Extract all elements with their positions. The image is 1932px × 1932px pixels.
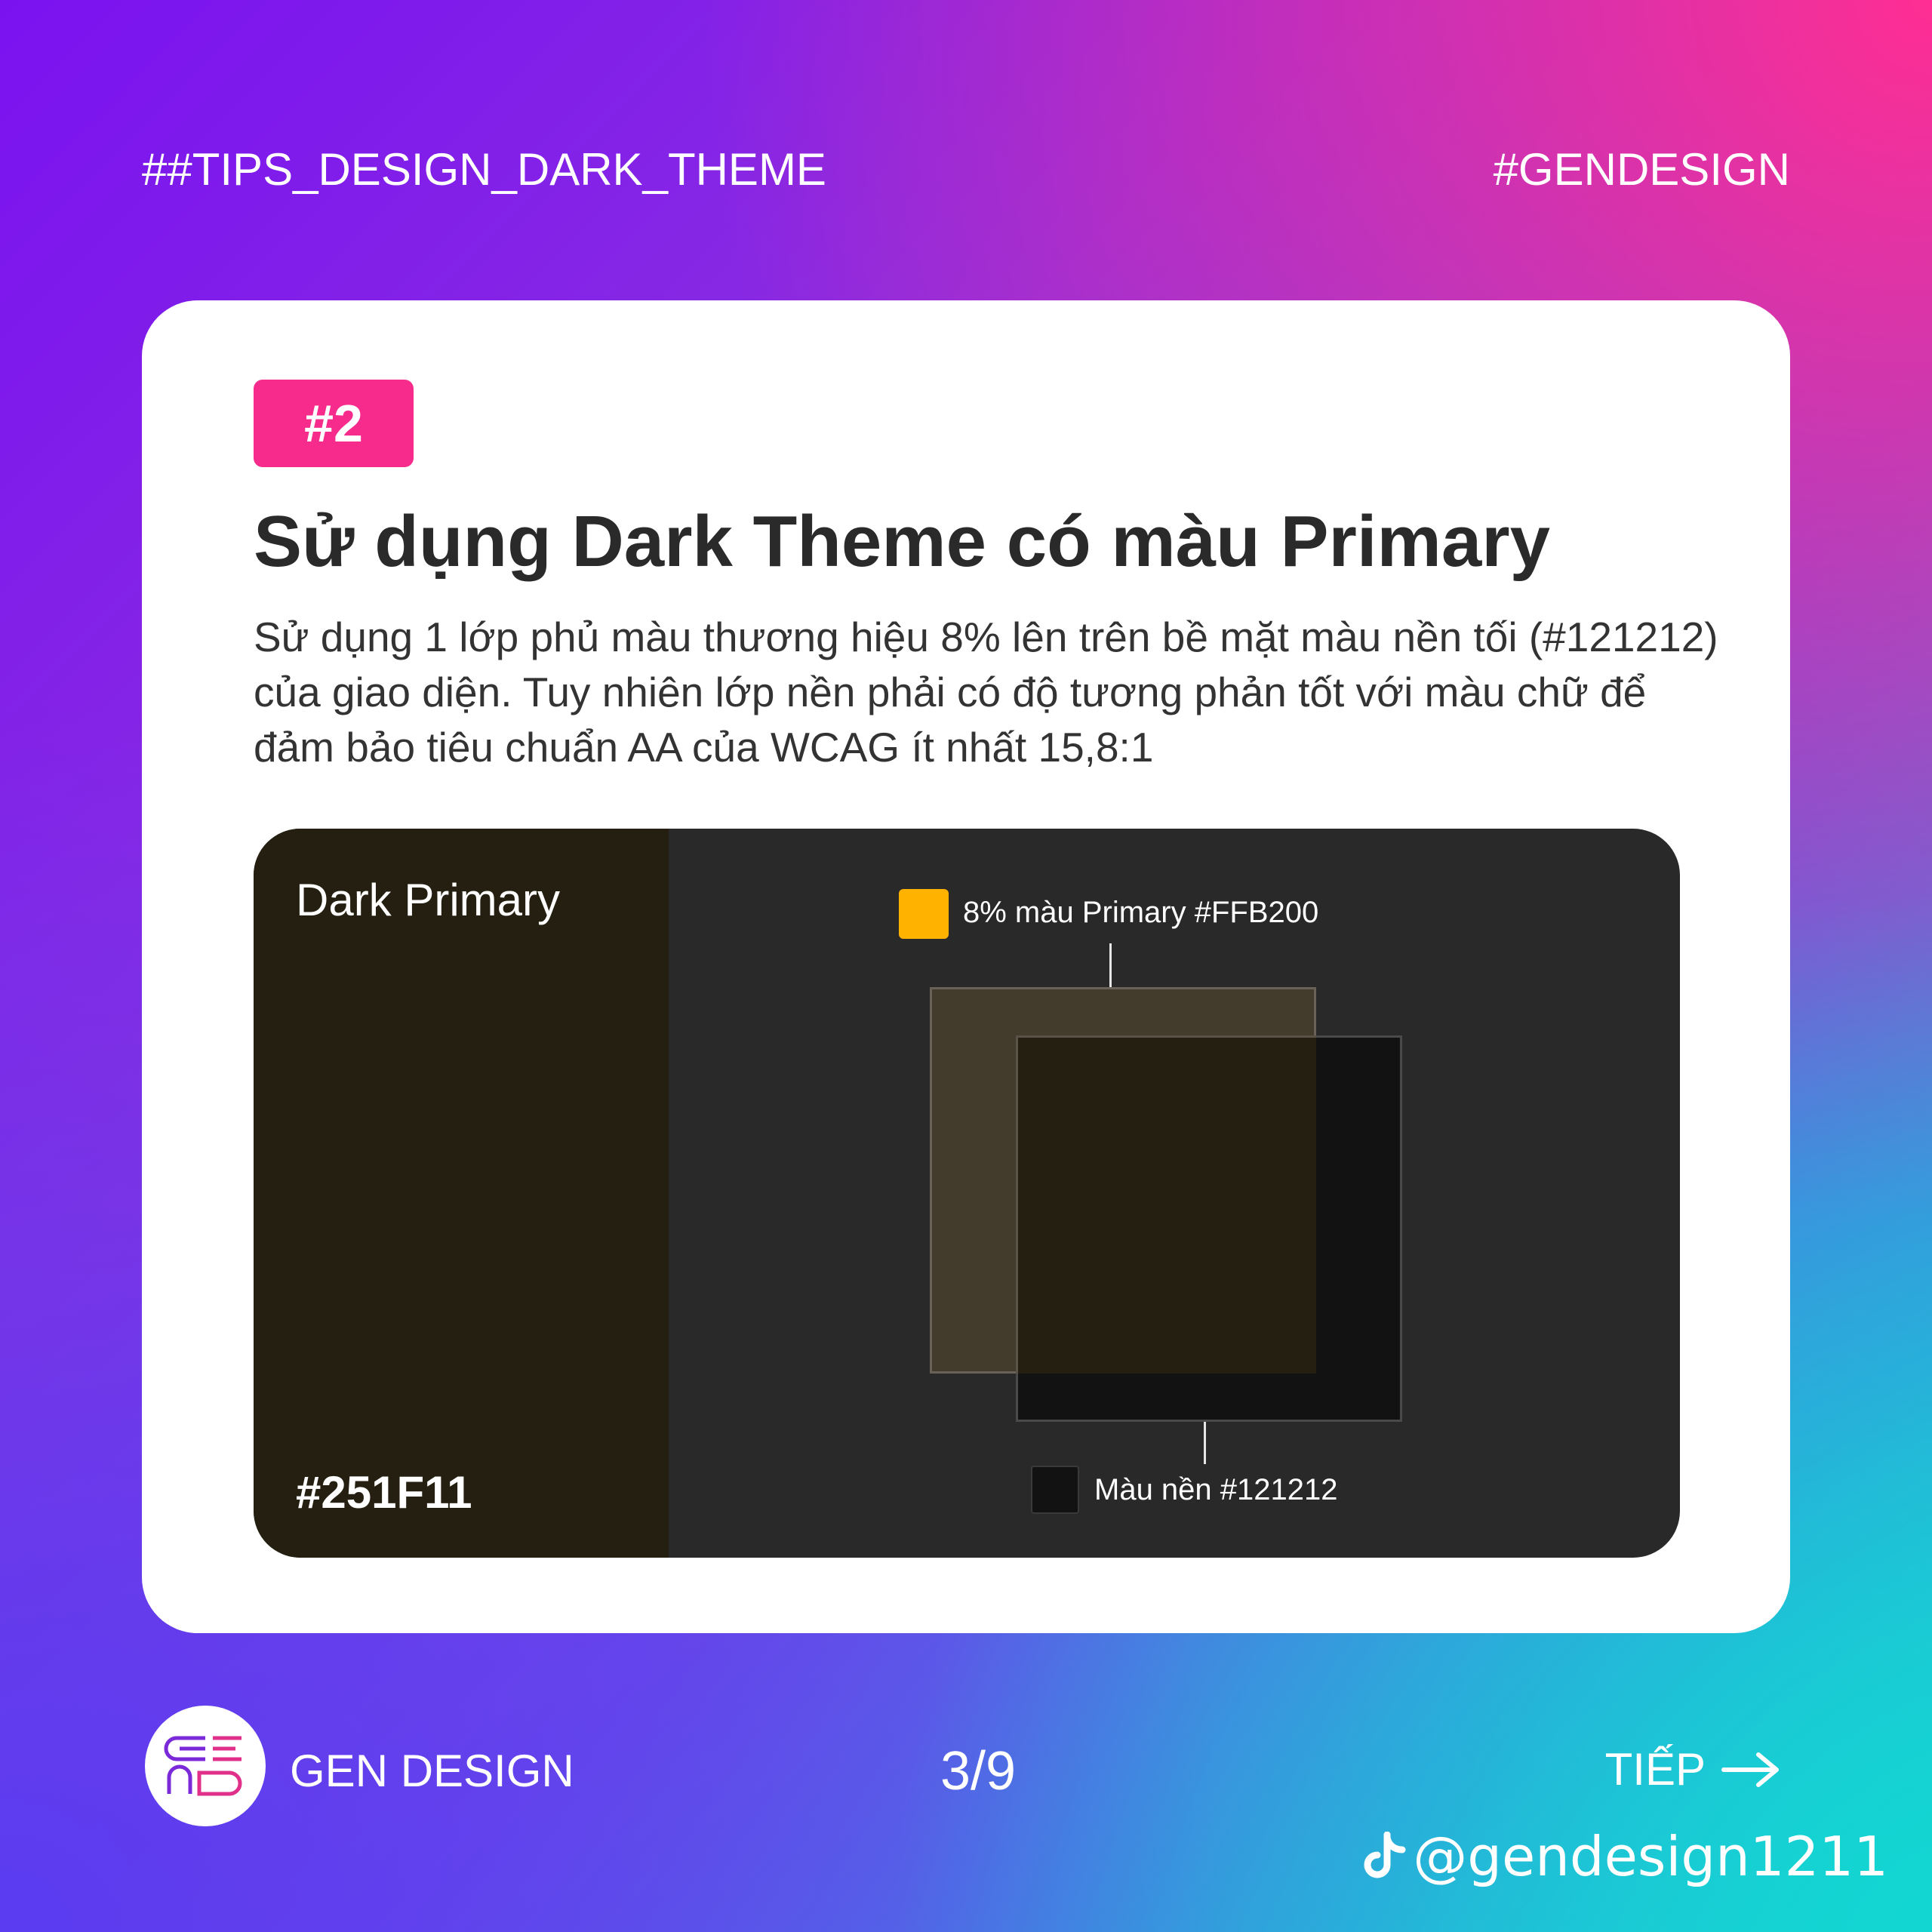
tip-title: Sử dụng Dark Theme có màu Primary	[254, 501, 1551, 582]
background-legend: Màu nền #121212	[1094, 1473, 1338, 1506]
hashtag-gendesign: #GENDESIGN	[1493, 144, 1790, 195]
hashtag-tips: ##TIPS_DESIGN_DARK_THEME	[142, 144, 826, 195]
page-indicator: 3/9	[940, 1741, 1017, 1801]
background-color-swatch	[1031, 1466, 1079, 1514]
dark-primary-hex: #251F11	[296, 1467, 472, 1518]
gen-design-logo	[145, 1706, 266, 1826]
handle-text: @gendesign1211	[1413, 1825, 1888, 1888]
connector-line-background	[1204, 1422, 1206, 1464]
arrow-right-icon	[1721, 1752, 1779, 1787]
next-button[interactable]: TIẾP	[1605, 1743, 1781, 1795]
dark-primary-swatch-panel: Dark Primary #251F11	[254, 829, 669, 1558]
primary-overlay-legend: 8% màu Primary #FFB200	[963, 896, 1319, 929]
content-card: #2 Sử dụng Dark Theme có màu Primary Sử …	[142, 300, 1790, 1633]
primary-color-swatch	[899, 889, 949, 939]
tiktok-handle[interactable]: @gendesign1211	[1361, 1825, 1888, 1888]
tip-number-badge: #2	[254, 380, 414, 467]
logo-mark-icon	[164, 1736, 242, 1796]
tip-description: Sử dụng 1 lớp phủ màu thương hiệu 8% lên…	[254, 614, 1718, 771]
blended-overlap-square	[1016, 1035, 1316, 1374]
dark-primary-label: Dark Primary	[296, 875, 561, 925]
brand-name: GEN DESIGN	[290, 1746, 574, 1796]
tiktok-icon	[1364, 1832, 1406, 1878]
connector-line-primary	[1109, 943, 1112, 987]
next-label: TIẾP	[1604, 1744, 1706, 1795]
dark-theme-demo: Dark Primary #251F11 8% màu Primary #FFB…	[254, 829, 1680, 1558]
